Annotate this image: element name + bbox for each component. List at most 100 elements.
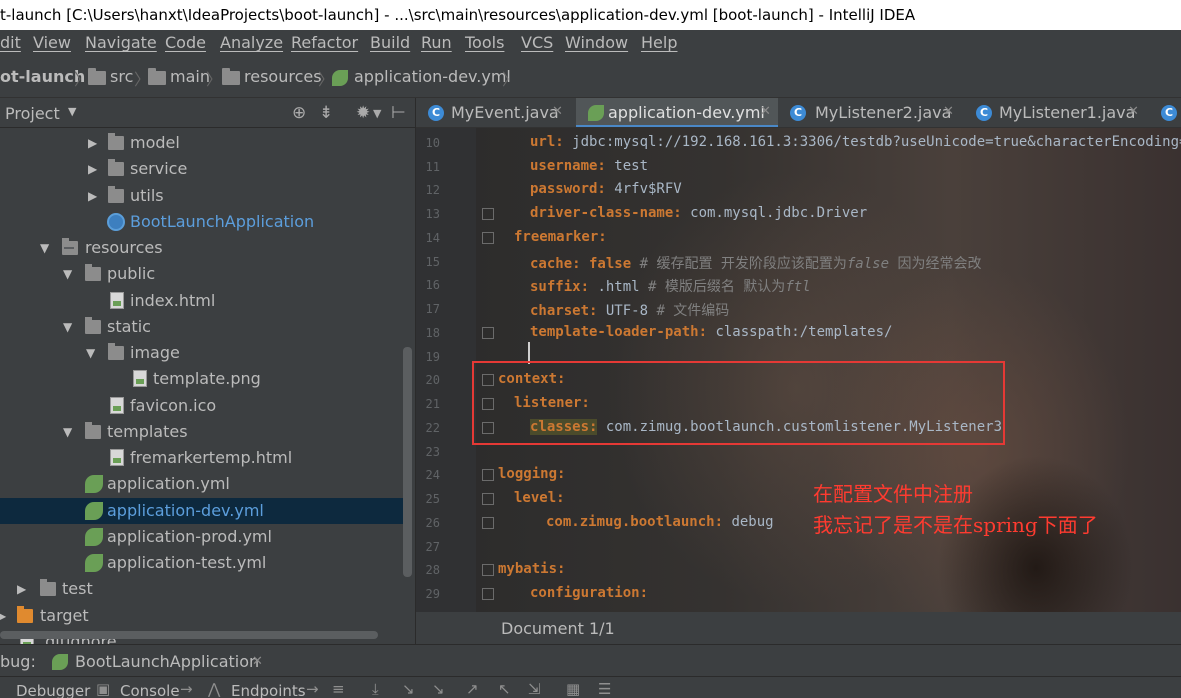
project-panel-title[interactable]: Project [5, 104, 60, 123]
close-icon[interactable]: ✕ [252, 654, 263, 669]
chevron-right-icon[interactable]: ▶ [17, 582, 26, 596]
tree-item[interactable]: application-test.yml [0, 550, 405, 576]
chevron-right-icon[interactable]: ▶ [0, 609, 6, 623]
step-into-icon[interactable]: ↘ [402, 680, 415, 698]
menu-code[interactable]: Code [165, 33, 206, 52]
tree-item-label: service [130, 159, 188, 178]
tree-item[interactable]: BootLaunchApplication [0, 209, 405, 235]
chevron-down-icon[interactable]: ▼ [40, 241, 49, 255]
chevron-down-icon[interactable]: ▼ [63, 320, 72, 334]
tab-myevent[interactable]: C MyEvent.java ✕ [416, 98, 576, 127]
restore-layout-icon[interactable]: → [306, 680, 319, 698]
code-line: cache: false # 缓存配置 开发阶段应该配置为false 因为经常会… [530, 253, 981, 273]
tab-console[interactable]: Console [120, 682, 180, 698]
gear-icon[interactable]: ✹ [356, 103, 370, 123]
tree-item[interactable]: ▶ model [0, 130, 405, 156]
close-icon[interactable]: ✕ [1128, 104, 1139, 119]
tree-item[interactable]: fremarkertemp.html [0, 445, 405, 471]
line-number: 14 [425, 231, 440, 245]
close-icon[interactable]: ✕ [552, 104, 563, 119]
chevron-down-icon[interactable]: ▼ [68, 105, 76, 118]
drop-frame-icon[interactable]: ↖ [498, 680, 511, 698]
tab-mylistener1[interactable]: C MyListener1.java ✕ [964, 98, 1149, 127]
step-over-icon[interactable]: ⤓ [372, 680, 379, 698]
menu-run[interactable]: Run [421, 33, 452, 52]
menu-navigate[interactable]: Navigate [85, 33, 157, 52]
tree-scrollbar-vertical[interactable] [403, 347, 412, 577]
tree-item[interactable]: ▼ static [0, 314, 405, 340]
trace-icon[interactable]: ☰ [598, 680, 611, 698]
code-line: mybatis: [498, 561, 565, 577]
menu-view[interactable]: View [33, 33, 71, 52]
fold-marker-icon[interactable] [482, 232, 494, 244]
debug-toolbar: Debugger ▣ Console → ⋀ Endpoints → ≡ ⤓ ↘… [0, 676, 1181, 698]
fold-marker-icon[interactable] [482, 588, 494, 600]
tree-item[interactable]: ▼ templates [0, 419, 405, 445]
fold-marker-icon[interactable] [482, 469, 494, 481]
force-step-into-icon[interactable]: ↘ [432, 680, 445, 698]
document-status-bar: Document 1/1 [416, 612, 1181, 644]
tree-item[interactable]: ▼ image [0, 340, 405, 366]
tree-scrollbar-horizontal[interactable] [0, 631, 378, 639]
tree-item[interactable]: ▶ test [0, 576, 405, 602]
chevron-right-icon[interactable]: ▶ [88, 189, 97, 203]
menu-vcs[interactable]: VCS [521, 33, 553, 52]
menu-build[interactable]: Build [370, 33, 410, 52]
chevron-right-icon[interactable]: ▶ [88, 162, 97, 176]
chevron-down-icon[interactable]: ▼ [63, 425, 72, 439]
locate-icon[interactable]: ⊕ [292, 103, 306, 123]
tree-item[interactable]: application.yml [0, 471, 405, 497]
menu-edit[interactable]: dit [0, 33, 21, 52]
menu-analyze[interactable]: Analyze [220, 33, 283, 52]
tree-item[interactable]: ▶ utils [0, 183, 405, 209]
breadcrumb-project[interactable]: ot-launch [0, 67, 85, 86]
chevron-down-icon[interactable]: ▼ [63, 267, 72, 281]
chevron-down-icon[interactable]: ▼ [373, 107, 381, 120]
tree-item-label: image [130, 343, 180, 362]
code-line: url: jdbc:mysql://192.168.161.3:3306/tes… [530, 134, 1181, 150]
restore-layout-icon[interactable]: → [180, 680, 193, 698]
tree-item[interactable]: favicon.ico [0, 393, 405, 419]
tree-item[interactable]: ▼ public [0, 261, 405, 287]
tree-item[interactable]: template.png [0, 366, 405, 392]
step-out-icon[interactable]: ↗ [466, 680, 479, 698]
breadcrumb-main[interactable]: main [170, 67, 210, 86]
yaml-key: level: [514, 490, 565, 506]
fold-marker-icon[interactable] [482, 208, 494, 220]
evaluate-expression-icon[interactable]: ▦ [566, 680, 580, 698]
fold-marker-icon[interactable] [482, 564, 494, 576]
breadcrumb-file[interactable]: application-dev.yml [354, 67, 511, 86]
tree-item-selected[interactable]: application-dev.yml [0, 498, 405, 524]
tab-application-dev[interactable]: application-dev.yml ✕ [576, 98, 778, 127]
close-icon[interactable]: ✕ [943, 104, 954, 119]
menu-tools[interactable]: Tools [465, 33, 504, 52]
collapse-all-icon[interactable]: ⇟ [319, 103, 333, 123]
tree-item[interactable]: index.html [0, 288, 405, 314]
hide-panel-icon[interactable]: ⊢ [391, 103, 406, 123]
breadcrumb-src[interactable]: src [110, 67, 133, 86]
menu-window[interactable]: Window [565, 33, 628, 52]
tab-debugger[interactable]: Debugger [16, 682, 90, 698]
tab-endpoints[interactable]: Endpoints [231, 682, 306, 698]
show-execution-point-icon[interactable]: ≡ [332, 680, 345, 698]
run-to-cursor-icon[interactable]: ⇲ [528, 680, 541, 698]
debug-config-tab[interactable]: BootLaunchApplication [75, 652, 259, 671]
tree-item[interactable]: application-prod.yml [0, 524, 405, 550]
menu-help[interactable]: Help [641, 33, 677, 52]
class-icon: C [1161, 105, 1177, 121]
tab-mylistener2[interactable]: C MyListener2.java ✕ [778, 98, 964, 127]
close-icon[interactable]: ✕ [760, 104, 771, 119]
tree-item[interactable]: ▼ resources [0, 235, 405, 261]
chevron-right-icon[interactable]: ▶ [88, 136, 97, 150]
tree-item[interactable]: ▶ target [0, 603, 405, 629]
breadcrumb-resources[interactable]: resources [244, 67, 322, 86]
fold-marker-icon[interactable] [482, 517, 494, 529]
code-line: template-loader-path: classpath:/templat… [530, 324, 892, 340]
tab-overflow[interactable]: C [1149, 98, 1181, 127]
tree-item[interactable]: ▶ service [0, 156, 405, 182]
fold-marker-icon[interactable] [482, 493, 494, 505]
fold-marker-icon[interactable] [482, 327, 494, 339]
chevron-down-icon[interactable]: ▼ [86, 346, 95, 360]
menu-refactor[interactable]: Refactor [291, 33, 358, 52]
yaml-value: debug [723, 514, 774, 530]
